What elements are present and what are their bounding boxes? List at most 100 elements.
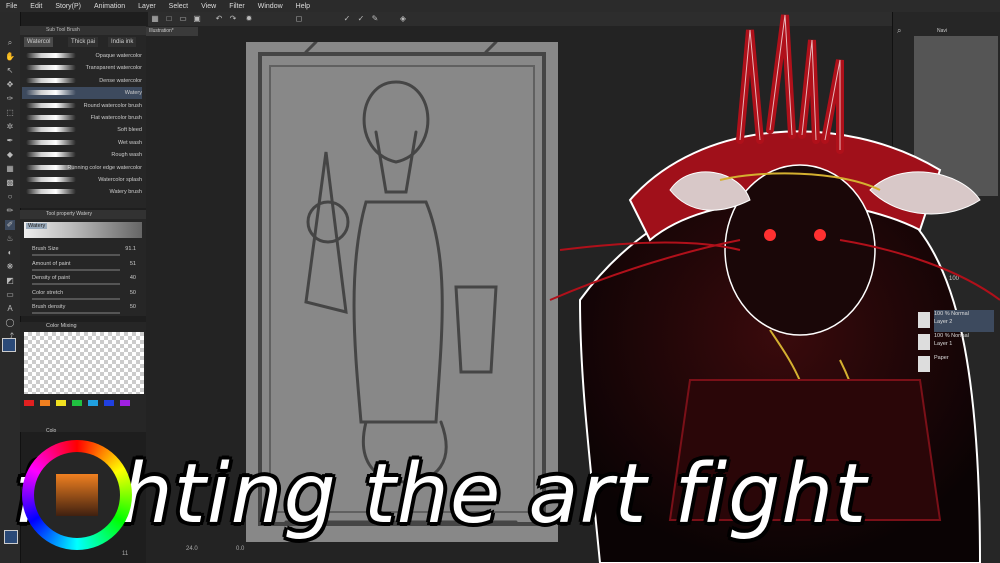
menu-item-window[interactable]: Window: [252, 3, 290, 10]
pencil-icon[interactable]: ✏: [5, 206, 15, 216]
menu-item-file[interactable]: File: [0, 3, 24, 10]
tab-thick-paint[interactable]: Thick pai: [68, 37, 99, 47]
property-value[interactable]: 91.1: [125, 246, 136, 252]
swatch-yellow[interactable]: [56, 400, 66, 406]
menu-item-select[interactable]: Select: [163, 3, 195, 10]
property-slider[interactable]: [32, 254, 120, 256]
grid-icon[interactable]: ▦: [150, 14, 160, 24]
menu-item-storyp[interactable]: Story(P): [49, 3, 88, 10]
pen-pressure-icon[interactable]: ✓: [356, 14, 366, 24]
reference-icon[interactable]: ◈: [398, 14, 408, 24]
brush-item[interactable]: Wet wash: [22, 137, 142, 149]
mixing-canvas[interactable]: [24, 332, 144, 394]
decoration-icon[interactable]: ❋: [5, 262, 15, 272]
layer-thumbnail: [918, 334, 930, 350]
swatch-blue[interactable]: [104, 400, 114, 406]
brush-item[interactable]: Watercolor splash: [22, 174, 142, 186]
brush-stroke-preview: [26, 115, 76, 120]
brush-stroke-preview: [26, 164, 76, 170]
move-icon[interactable]: ✥: [5, 80, 15, 90]
brush-stroke-preview: [26, 152, 76, 158]
fill-icon[interactable]: ▩: [5, 178, 15, 188]
blend-icon[interactable]: ◐: [5, 248, 15, 258]
pen-icon[interactable]: ✒: [5, 136, 15, 146]
ruler-icon[interactable]: ✎: [370, 14, 380, 24]
property-value[interactable]: 50: [130, 304, 136, 310]
property-value[interactable]: 50: [130, 290, 136, 296]
brush-preview: Watery: [24, 222, 142, 238]
layer-row[interactable]: 100 % Normal Layer 1: [918, 332, 994, 354]
document-tab[interactable]: Illustration*: [146, 27, 198, 36]
property-slider[interactable]: [32, 312, 120, 314]
brush-item[interactable]: Running color edge watercolor: [22, 162, 142, 174]
open-folder-icon[interactable]: ▭: [178, 14, 188, 24]
select-icon[interactable]: ⬚: [5, 108, 15, 118]
property-slider[interactable]: [32, 297, 120, 300]
brush-item[interactable]: Round watercolor brush: [22, 100, 142, 112]
brush-item[interactable]: Watery brush: [22, 186, 142, 198]
brush-item[interactable]: Dense watercolor: [22, 75, 142, 87]
balloon-icon[interactable]: ◯: [5, 318, 15, 328]
brush-item[interactable]: Rough wash: [22, 149, 142, 161]
layer-thumbnail: [918, 312, 930, 328]
stabilize-icon[interactable]: ✓: [342, 14, 352, 24]
property-value[interactable]: 40: [130, 275, 136, 281]
tool-property-header: Tool property Watery: [20, 210, 146, 219]
swatch-green[interactable]: [72, 400, 82, 406]
new-file-icon[interactable]: □: [164, 14, 174, 24]
brush-item[interactable]: Soft bleed: [22, 124, 142, 136]
operation-icon[interactable]: ↖: [5, 66, 15, 76]
swatch-purple[interactable]: [120, 400, 130, 406]
subtool-panel: Sub Tool Brush Watercol Thick pai India …: [20, 26, 147, 208]
property-value[interactable]: 51: [130, 261, 136, 267]
zoom-icon[interactable]: ⌕: [5, 38, 15, 48]
figure-icon[interactable]: ▭: [5, 290, 15, 300]
clear-icon[interactable]: ◻: [294, 14, 304, 24]
text-icon[interactable]: A: [5, 304, 15, 314]
gradient-icon[interactable]: ◩: [5, 276, 15, 286]
property-slider[interactable]: [32, 283, 120, 285]
layer-mode: 100 % Normal: [934, 333, 969, 339]
airbrush-icon[interactable]: ♨: [5, 234, 15, 244]
brush-item[interactable]: Opaque watercolor: [22, 50, 142, 62]
menu-item-filter[interactable]: Filter: [223, 3, 252, 10]
save-icon[interactable]: ▣: [192, 14, 202, 24]
tab-watercolor[interactable]: Watercol: [24, 37, 54, 47]
layer-row[interactable]: Paper: [918, 354, 994, 376]
layer-name: Layer 2: [934, 319, 953, 325]
brush-item[interactable]: Transparent watercolor: [22, 62, 142, 74]
brush-icon[interactable]: ✐: [5, 220, 15, 230]
eraser-icon[interactable]: ◆: [5, 150, 15, 160]
brush-item[interactable]: Watery: [22, 87, 142, 100]
brush-label: Watery: [124, 90, 142, 97]
redo-icon[interactable]: ↷: [228, 14, 238, 24]
main-color-swatch[interactable]: [2, 338, 16, 352]
color-wheel[interactable]: [22, 440, 132, 550]
eyedropper-icon[interactable]: ✑: [5, 94, 15, 104]
property-label: Brush Size: [32, 246, 59, 252]
layer-row[interactable]: 100 % Normal Layer 2: [918, 310, 994, 332]
swatch-red[interactable]: [24, 400, 34, 406]
layer-mode: 100 % Normal: [934, 311, 969, 317]
shape-icon[interactable]: ○: [5, 192, 15, 202]
menu-item-help[interactable]: Help: [290, 3, 317, 10]
brush-item[interactable]: Flat watercolor brush: [22, 112, 142, 124]
menu-item-edit[interactable]: Edit: [24, 3, 49, 10]
brush-label: Dense watercolor: [99, 77, 142, 84]
undo-icon[interactable]: ↶: [214, 14, 224, 24]
menu-item-animation[interactable]: Animation: [88, 3, 132, 10]
property-slider[interactable]: [32, 268, 120, 271]
tab-india-ink[interactable]: India ink: [108, 37, 137, 47]
zoom-value[interactable]: 24.0: [186, 546, 198, 552]
swatch-orange[interactable]: [40, 400, 50, 406]
frame-icon[interactable]: ▦: [5, 164, 15, 174]
magic-wand-icon[interactable]: ✲: [5, 122, 15, 132]
status-bar: 24.0 0.0: [148, 546, 448, 555]
menu-item-view[interactable]: View: [195, 3, 223, 10]
settings-icon[interactable]: ✹: [244, 14, 254, 24]
angle-value[interactable]: 0.0: [236, 546, 244, 552]
color-mixing-header: Color Mixing: [46, 323, 77, 329]
menu-item-layer[interactable]: Layer: [132, 3, 163, 10]
hand-icon[interactable]: ✋: [5, 52, 15, 62]
swatch-cyan[interactable]: [88, 400, 98, 406]
